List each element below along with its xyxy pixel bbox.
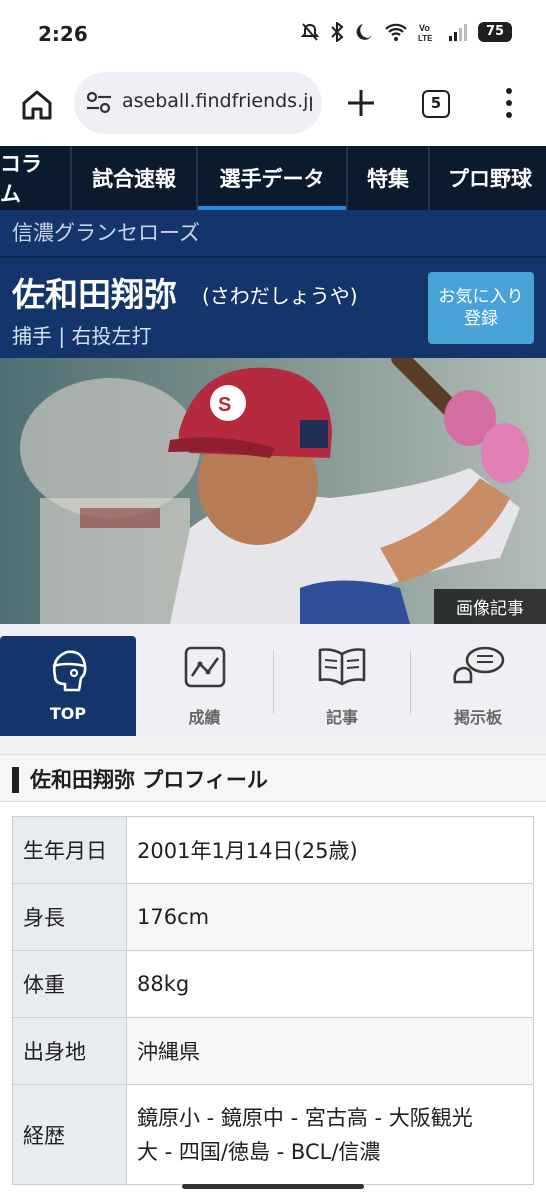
nav-item-pro-baseball[interactable]: プロ野球 bbox=[430, 146, 546, 210]
career-line: 大 - 四国/徳島 - BCL/信濃 bbox=[137, 1139, 381, 1164]
wifi-icon bbox=[385, 23, 407, 41]
table-row: 体重 88kg bbox=[12, 950, 534, 1018]
bluetooth-icon bbox=[331, 22, 344, 42]
nav-item-live[interactable]: 試合速報 bbox=[72, 146, 198, 210]
tab-stats[interactable]: 成績 bbox=[136, 636, 273, 734]
status-bar: 2:26 Vo LTE 75 bbox=[0, 0, 546, 68]
profile-heading: 佐和田翔弥 プロフィール bbox=[0, 754, 546, 802]
profile-key: 生年月日 bbox=[12, 816, 127, 884]
tab-top[interactable]: TOP bbox=[0, 636, 136, 746]
site-settings-icon[interactable] bbox=[86, 92, 112, 114]
table-row: 身長 176cm bbox=[12, 883, 534, 951]
profile-title: 佐和田翔弥 プロフィール bbox=[30, 768, 268, 792]
home-icon[interactable] bbox=[18, 86, 56, 124]
career-line: 鏡原小 - 鏡原中 - 宮古高 - 大阪観光 bbox=[137, 1105, 473, 1130]
site-nav: コラム 試合速報 選手データ 特集 プロ野球 bbox=[0, 146, 546, 210]
table-row: 出身地 沖縄県 bbox=[12, 1017, 534, 1085]
url-text: aseball.findfriends.jp bbox=[122, 90, 312, 112]
moon-icon bbox=[356, 24, 372, 40]
photo-article-link[interactable]: 画像記事 bbox=[434, 589, 546, 624]
player-sub-tabs: TOP 成績 記事 掲示板 bbox=[0, 624, 546, 746]
table-row: 経歴 鏡原小 - 鏡原中 - 宮古高 - 大阪観光 大 - 四国/徳島 - BC… bbox=[12, 1084, 534, 1185]
signal-icon bbox=[449, 24, 467, 41]
new-tab-icon[interactable] bbox=[344, 86, 378, 120]
mute-icon bbox=[300, 23, 320, 41]
svg-text:Vo: Vo bbox=[419, 23, 430, 33]
profile-value: 鏡原小 - 鏡原中 - 宮古高 - 大阪観光 大 - 四国/徳島 - BCL/信… bbox=[126, 1084, 534, 1185]
tab-board[interactable]: 掲示板 bbox=[410, 636, 546, 734]
player-photo[interactable]: S 画像記事 bbox=[0, 358, 546, 624]
nav-item-column[interactable]: コラム bbox=[0, 146, 72, 210]
tab-articles[interactable]: 記事 bbox=[274, 636, 410, 734]
team-name[interactable]: 信濃グランセローズ bbox=[0, 210, 546, 258]
nav-item-player-data[interactable]: 選手データ bbox=[198, 146, 348, 210]
player-kana: (さわだしょうや) bbox=[202, 284, 358, 308]
chart-icon bbox=[184, 646, 225, 688]
player-header: 佐和田翔弥 (さわだしょうや) 捕手 | 右投左打 お気に入り 登録 bbox=[0, 258, 546, 358]
profile-value: 2001年1月14日(25歳) bbox=[126, 816, 534, 884]
profile-key: 体重 bbox=[12, 950, 127, 1018]
player-name: 佐和田翔弥 bbox=[12, 275, 177, 314]
section-spacer bbox=[0, 736, 546, 754]
profile-key: 身長 bbox=[12, 883, 127, 951]
chat-icon bbox=[453, 646, 505, 684]
book-icon bbox=[318, 648, 366, 686]
browser-toolbar: aseball.findfriends.jp 5 bbox=[0, 68, 546, 146]
tab-switcher-button[interactable]: 5 bbox=[422, 90, 450, 118]
profile-key: 経歴 bbox=[12, 1084, 127, 1185]
heading-bar bbox=[12, 767, 19, 793]
status-icons: Vo LTE 75 bbox=[300, 22, 512, 42]
status-time: 2:26 bbox=[38, 22, 88, 46]
gesture-bar bbox=[182, 1184, 364, 1189]
table-row: 生年月日 2001年1月14日(25歳) bbox=[12, 816, 534, 884]
profile-value: 88kg bbox=[126, 950, 534, 1018]
profile-value: 176cm bbox=[126, 883, 534, 951]
more-menu-icon[interactable] bbox=[500, 86, 518, 120]
profile-table: 生年月日 2001年1月14日(25歳) 身長 176cm 体重 88kg 出身… bbox=[12, 816, 534, 1185]
player-position: 捕手 | 右投左打 bbox=[12, 324, 152, 348]
address-bar[interactable]: aseball.findfriends.jp bbox=[74, 72, 322, 134]
volte-icon: VoLTE bbox=[418, 23, 433, 42]
add-favorite-button[interactable]: お気に入り 登録 bbox=[428, 272, 534, 344]
nav-item-feature[interactable]: 特集 bbox=[348, 146, 430, 210]
profile-key: 出身地 bbox=[12, 1017, 127, 1085]
head-icon bbox=[52, 650, 87, 692]
svg-text:S: S bbox=[218, 394, 231, 416]
svg-text:LTE: LTE bbox=[418, 34, 433, 42]
battery-icon: 75 bbox=[478, 22, 512, 42]
profile-value: 沖縄県 bbox=[126, 1017, 534, 1085]
